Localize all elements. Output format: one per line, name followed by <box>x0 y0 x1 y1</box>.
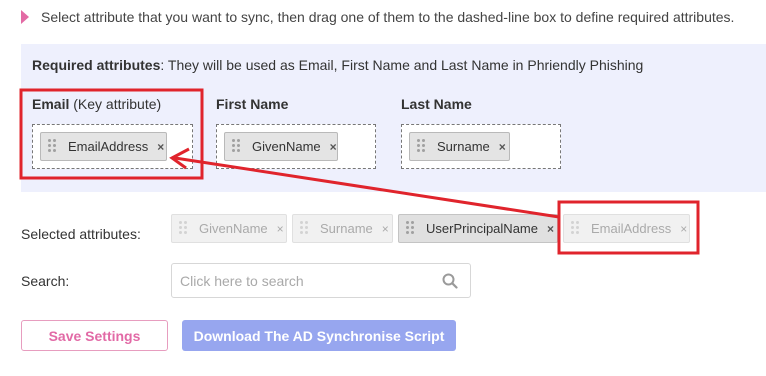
first-name-attribute-chip[interactable]: GivenName × <box>224 132 338 161</box>
instruction-text: Select attribute that you want to sync, … <box>41 9 735 25</box>
chip-label: EmailAddress <box>68 139 149 154</box>
close-icon[interactable]: × <box>277 222 284 236</box>
triangle-right-icon <box>21 10 29 24</box>
close-icon[interactable]: × <box>680 222 687 236</box>
required-attributes-panel: Required attributes: They will be used a… <box>21 44 766 192</box>
drag-handle-icon[interactable] <box>417 139 425 154</box>
email-attribute-chip[interactable]: EmailAddress × <box>40 132 167 161</box>
required-attributes-description: : They will be used as Email, First Name… <box>160 57 644 73</box>
chip-label: GivenName <box>252 139 321 154</box>
selected-chip-emailaddress[interactable]: EmailAddress × <box>563 214 690 243</box>
last-name-dropbox[interactable]: Surname × <box>401 124 561 169</box>
email-dropbox[interactable]: EmailAddress × <box>32 124 193 169</box>
chip-label: UserPrincipalName <box>426 221 538 236</box>
magnifier-icon[interactable] <box>442 273 458 289</box>
close-icon[interactable]: × <box>330 140 337 154</box>
selected-chip-givenname[interactable]: GivenName × <box>171 214 287 243</box>
last-name-column-label: Last Name <box>401 96 472 112</box>
close-icon[interactable]: × <box>499 140 506 154</box>
close-icon[interactable]: × <box>547 222 554 236</box>
search-input[interactable] <box>180 272 430 290</box>
chip-label: Surname <box>437 139 490 154</box>
download-script-button[interactable]: Download The AD Synchronise Script <box>182 320 456 351</box>
search-label: Search: <box>21 273 70 289</box>
drag-handle-icon[interactable] <box>406 221 414 236</box>
instruction-hint: Select attribute that you want to sync, … <box>21 9 734 25</box>
first-name-column-label: First Name <box>216 96 289 112</box>
key-attribute-note: (Key attribute) <box>69 96 162 112</box>
drag-handle-icon[interactable] <box>571 221 579 236</box>
selected-chip-userprincipalname[interactable]: UserPrincipalName × <box>398 214 558 243</box>
email-label: Email <box>32 96 70 112</box>
save-settings-button[interactable]: Save Settings <box>21 320 168 351</box>
close-icon[interactable]: × <box>157 140 164 154</box>
last-name-attribute-chip[interactable]: Surname × <box>409 132 510 161</box>
selected-chip-surname[interactable]: Surname × <box>292 214 393 243</box>
drag-handle-icon[interactable] <box>48 139 56 154</box>
chip-label: GivenName <box>199 221 268 236</box>
drag-handle-icon[interactable] <box>300 221 308 236</box>
drag-handle-icon[interactable] <box>179 221 187 236</box>
first-name-dropbox[interactable]: GivenName × <box>216 124 376 169</box>
search-box[interactable] <box>171 263 471 298</box>
chip-label: EmailAddress <box>591 221 672 236</box>
required-attributes-title: Required attributes <box>32 57 161 73</box>
drag-handle-icon[interactable] <box>232 139 240 154</box>
chip-label: Surname <box>320 221 373 236</box>
email-column-label: Email (Key attribute) <box>32 96 161 112</box>
selected-attributes-label: Selected attributes: <box>21 226 141 242</box>
required-attributes-caption: Required attributes: They will be used a… <box>32 57 643 73</box>
close-icon[interactable]: × <box>382 222 389 236</box>
